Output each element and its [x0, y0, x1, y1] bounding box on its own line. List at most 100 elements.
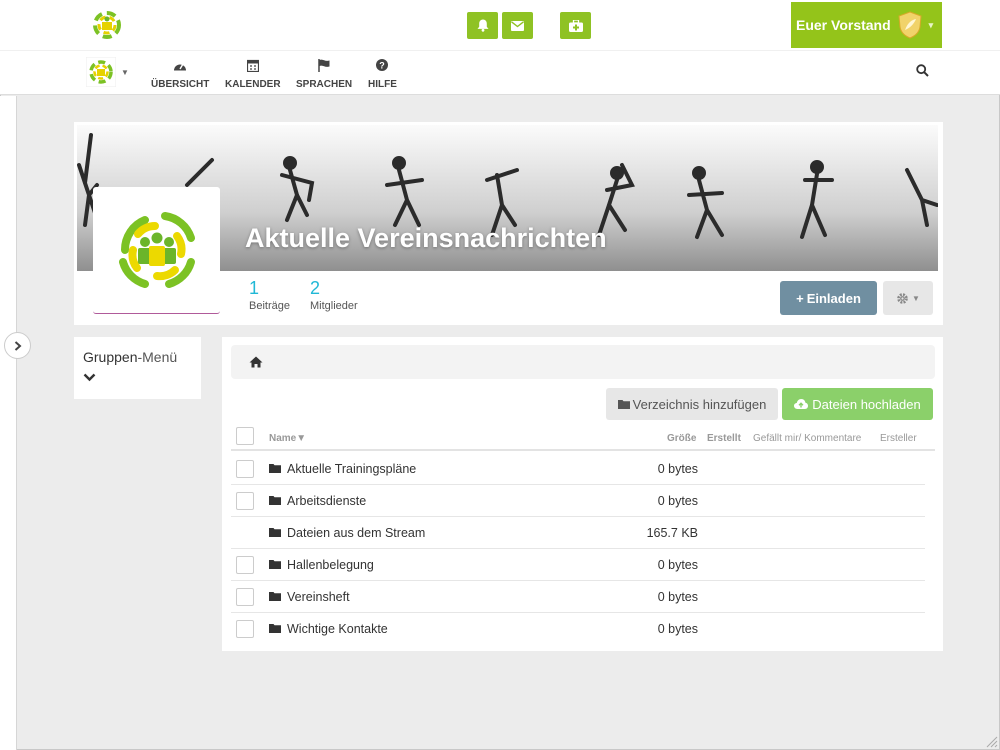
space-logo	[86, 57, 116, 87]
nav-item-help[interactable]: ? HILFE	[368, 56, 397, 90]
invite-label: Einladen	[806, 290, 861, 306]
folder-icon	[269, 496, 281, 505]
table-row[interactable]: Hallenbelegung 0 bytes	[231, 549, 925, 581]
stat-label: Beiträge	[249, 300, 290, 312]
stat-label: Mitglieder	[310, 300, 358, 312]
file-size: 0 bytes	[657, 494, 698, 508]
chevron-down-icon	[83, 369, 192, 387]
nav-item-calendar[interactable]: KALENDER	[225, 56, 281, 90]
messages-button[interactable]	[502, 12, 533, 39]
files-panel: Verzeichnis hinzufügen Dateien hochladen…	[222, 337, 943, 651]
question-icon: ?	[376, 56, 389, 74]
file-name[interactable]: Dateien aus dem Stream	[287, 526, 425, 540]
column-created[interactable]: Erstellt	[707, 433, 741, 444]
file-name[interactable]: Hallenbelegung	[287, 558, 374, 572]
group-header: Aktuelle Vereinsnachrichten 1 Beiträge 2…	[74, 122, 943, 325]
chevron-down-icon: ▼	[912, 293, 920, 303]
user-name: Euer Vorstand	[796, 17, 891, 33]
folder-icon	[617, 400, 630, 409]
medkit-icon	[568, 19, 583, 32]
plus-icon: +	[796, 290, 804, 306]
resize-grip[interactable]	[984, 734, 998, 748]
sidebar-strip	[0, 96, 17, 750]
nav-item-label: HILFE	[368, 79, 397, 90]
notifications-button[interactable]	[467, 12, 498, 39]
folder-icon	[269, 464, 281, 473]
row-checkbox[interactable]	[236, 620, 254, 638]
file-size: 165.7 KB	[646, 526, 698, 540]
table-row[interactable]: Arbeitsdienste 0 bytes	[231, 485, 925, 517]
table-row[interactable]: Wichtige Kontakte 0 bytes	[231, 613, 925, 645]
dashboard-icon	[173, 56, 187, 74]
expand-sidebar-button[interactable]	[4, 332, 31, 359]
nav-bar: ▼ ÜBERSICHT KALENDER SPRACHEN ? HILFE	[0, 50, 1000, 95]
gear-icon	[897, 292, 908, 304]
search-button[interactable]	[916, 64, 929, 82]
nav-item-overview[interactable]: ÜBERSICHT	[151, 56, 209, 90]
nav-item-label: KALENDER	[225, 79, 281, 90]
column-size[interactable]: Größe	[667, 433, 696, 444]
group-title: Aktuelle Vereinsnachrichten	[245, 223, 607, 253]
flag-icon	[318, 56, 330, 74]
folder-icon	[269, 624, 281, 633]
table-row[interactable]: Dateien aus dem Stream 165.7 KB	[231, 517, 925, 549]
nav-item-label: ÜBERSICHT	[151, 79, 210, 90]
file-size: 0 bytes	[657, 462, 698, 476]
row-checkbox[interactable]	[236, 492, 254, 510]
group-menu-title-bold: Gruppen	[83, 349, 138, 365]
members-count[interactable]: 2 Mitglieder	[310, 278, 358, 312]
invite-button[interactable]: + Einladen	[780, 281, 877, 315]
row-checkbox[interactable]	[236, 556, 254, 574]
user-avatar-icon	[898, 11, 922, 39]
upload-files-button[interactable]: Dateien hochladen	[782, 388, 933, 420]
folder-icon	[269, 528, 281, 537]
folder-icon	[269, 592, 281, 601]
group-menu-title: Gruppen-Menü	[83, 349, 192, 365]
top-bar: Euer Vorstand ▾	[0, 0, 1000, 50]
column-name[interactable]: Name▼	[269, 433, 306, 444]
group-menu[interactable]: Gruppen-Menü	[74, 337, 201, 399]
nav-item-label: SPRACHEN	[296, 79, 353, 90]
file-name[interactable]: Aktuelle Trainingspläne	[287, 462, 416, 476]
posts-count[interactable]: 1 Beiträge	[249, 278, 290, 312]
search-icon	[916, 64, 929, 77]
file-size: 0 bytes	[657, 622, 698, 636]
breadcrumb	[231, 345, 935, 379]
home-icon[interactable]	[249, 356, 263, 368]
table-row[interactable]: Aktuelle Trainingspläne 0 bytes	[231, 453, 925, 485]
app-logo[interactable]	[90, 8, 124, 47]
folder-icon	[269, 560, 281, 569]
chevron-down-icon: ▾	[928, 19, 934, 30]
group-menu-title-rest: -Menü	[137, 349, 178, 365]
row-checkbox[interactable]	[236, 588, 254, 606]
file-size: 0 bytes	[657, 558, 698, 572]
toolbox-button[interactable]	[560, 12, 591, 39]
chevron-right-icon	[14, 340, 22, 351]
svg-text:?: ?	[380, 60, 386, 70]
file-name[interactable]: Arbeitsdienste	[287, 494, 366, 508]
upload-files-label: Dateien hochladen	[812, 396, 921, 412]
add-directory-label: Verzeichnis hinzufügen	[632, 396, 767, 412]
row-checkbox[interactable]	[236, 460, 254, 478]
user-menu-button[interactable]: Euer Vorstand ▾	[791, 2, 942, 48]
envelope-icon	[511, 20, 524, 31]
select-all-checkbox[interactable]	[236, 427, 254, 445]
table-row[interactable]: Vereinsheft 0 bytes	[231, 581, 925, 613]
file-name[interactable]: Vereinsheft	[287, 590, 350, 604]
column-creator[interactable]: Ersteller	[880, 433, 917, 444]
space-chooser[interactable]: ▼	[86, 57, 129, 87]
stat-value: 2	[310, 278, 321, 298]
calendar-icon	[246, 56, 259, 74]
column-likes-comments[interactable]: Gefällt mir/ Kommentare	[753, 433, 861, 444]
bell-icon	[477, 19, 488, 32]
group-settings-button[interactable]: ▼	[883, 281, 933, 315]
nav-item-languages[interactable]: SPRACHEN	[296, 56, 352, 90]
cloud-upload-icon	[794, 399, 809, 409]
chevron-down-icon: ▼	[121, 67, 129, 77]
file-name[interactable]: Wichtige Kontakte	[287, 622, 388, 636]
add-directory-button[interactable]: Verzeichnis hinzufügen	[606, 388, 778, 420]
files-table-header: Name▼ Größe Erstellt Gefällt mir/ Kommen…	[231, 427, 935, 451]
stat-value: 1	[249, 278, 260, 298]
group-logo	[93, 187, 220, 314]
file-size: 0 bytes	[657, 590, 698, 604]
